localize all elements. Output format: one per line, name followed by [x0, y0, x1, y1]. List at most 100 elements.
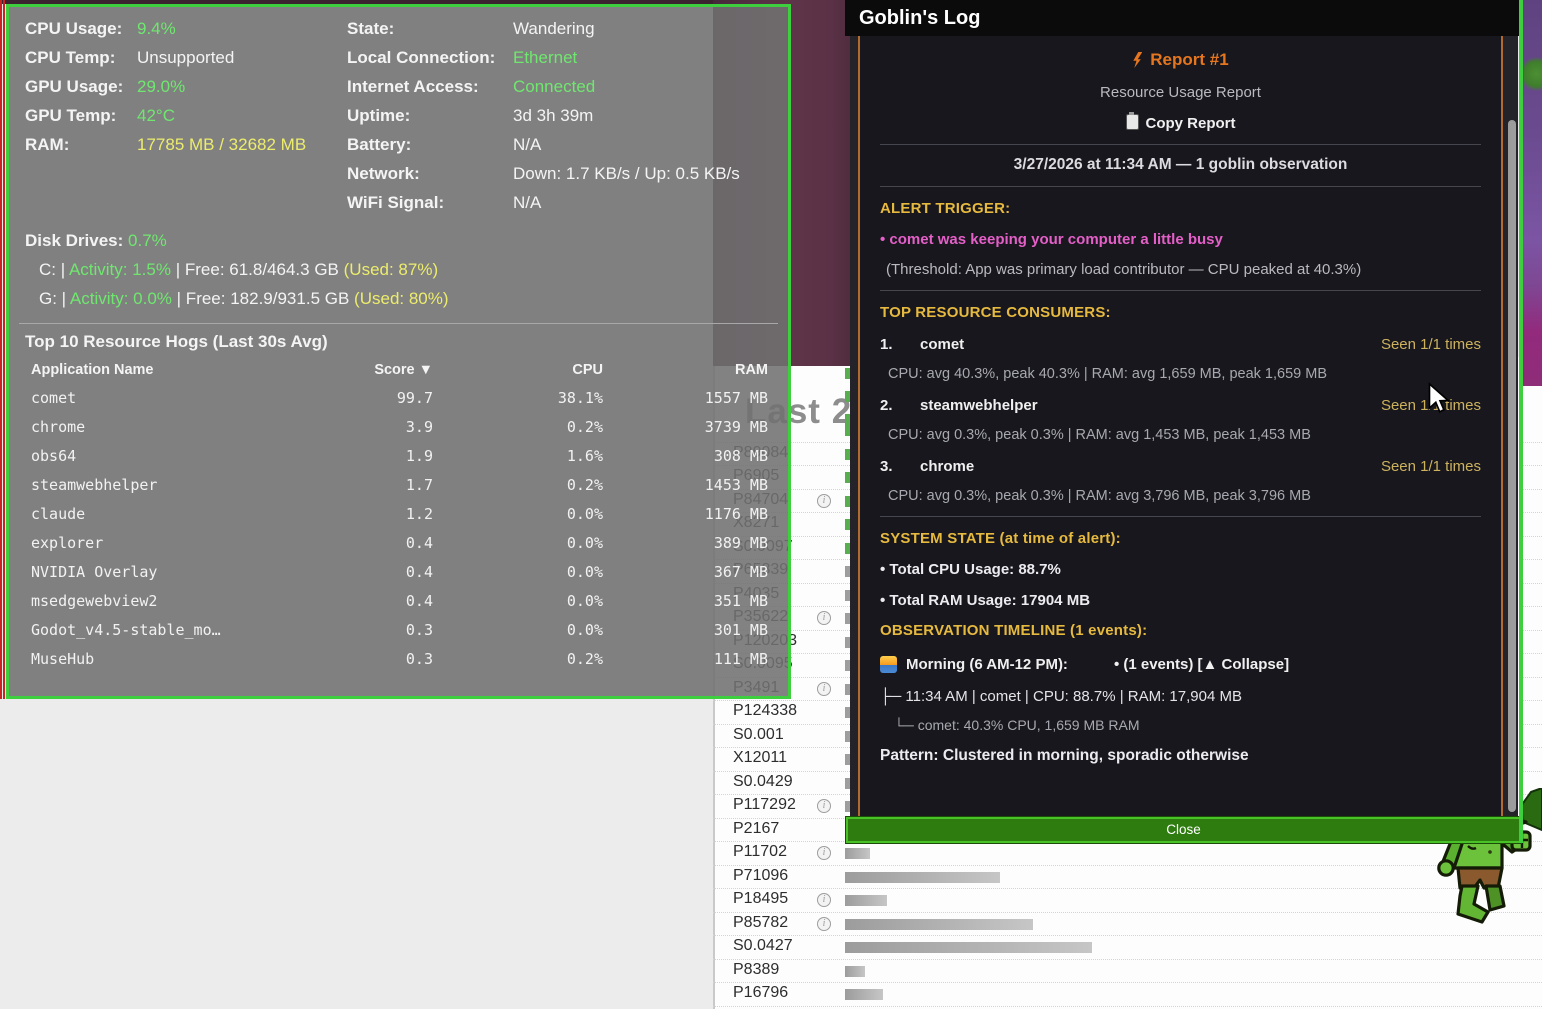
consumer-block: 3. chrome Seen 1/1 times CPU: avg 0.3%, p… — [880, 458, 1481, 504]
usage-bar — [845, 918, 1033, 930]
col-score-sort[interactable]: Score ▼ — [253, 362, 433, 378]
close-button[interactable]: Close — [846, 817, 1521, 843]
consumer-name: 1. comet — [880, 336, 965, 353]
stat-value: Connected — [513, 77, 596, 96]
hog-ram: 367 MB — [713, 563, 768, 581]
hog-ram: 1557 MB — [704, 389, 768, 407]
hog-name: MuseHub — [31, 650, 95, 668]
report-subtitle: Resource Usage Report — [1100, 84, 1261, 101]
pattern-line: Pattern: Clustered in morning, sporadic … — [880, 747, 1249, 764]
list-item[interactable]: P16796 i — [713, 983, 1542, 1007]
stat-value: Down: 1.7 KB/s / Up: 0.5 KB/s — [513, 164, 740, 183]
process-label: P117292 — [733, 796, 796, 813]
col-application-name[interactable]: Application Name — [31, 362, 253, 378]
hog-row[interactable]: Godot_v4.5-stable_mo… 0.3 0.0% 301 MB — [9, 616, 788, 645]
hog-row[interactable]: MuseHub 0.3 0.2% 111 MB — [9, 645, 788, 674]
hog-score: 0.3 — [405, 650, 433, 668]
timeline-period: Morning (6 AM-12 PM): — [906, 656, 1068, 673]
process-label: P16796 — [733, 984, 789, 1001]
col-ram[interactable]: RAM — [603, 362, 768, 378]
stat-label: Battery: — [347, 135, 412, 154]
info-icon[interactable]: i — [817, 846, 831, 860]
info-icon[interactable]: i — [817, 493, 831, 508]
hogs-table: comet 99.7 38.1% 1557 MB chrome 3.9 0.2%… — [9, 384, 788, 674]
hog-cpu: 0.0% — [566, 621, 603, 639]
background-foliage — [1524, 55, 1542, 93]
info-icon[interactable]: i — [817, 893, 831, 907]
consumer-seen-count: Seen 1/1 times — [1380, 458, 1481, 475]
consumer-detail: CPU: avg 0.3%, peak 0.3% | RAM: avg 3,79… — [888, 488, 1311, 504]
hog-cpu: 0.0% — [566, 563, 603, 581]
usage-bar — [845, 895, 887, 906]
hog-row[interactable]: steamwebhelper 1.7 0.2% 1453 MB — [9, 471, 788, 500]
hog-row[interactable]: comet 99.7 38.1% 1557 MB — [9, 384, 788, 413]
drive-activity: Activity: 0.0% — [69, 289, 172, 308]
window-title[interactable]: Goblin's Log — [845, 0, 1523, 36]
drive-letter: C: | — [39, 260, 66, 279]
info-icon[interactable]: i — [817, 611, 831, 625]
left-red-border-inner — [3, 0, 5, 699]
stat-label: Local Connection: — [347, 48, 496, 67]
list-item[interactable]: S0.0427 i — [713, 936, 1542, 960]
info-icon[interactable]: i — [817, 799, 831, 813]
copy-report-button[interactable]: Copy Report — [880, 112, 1481, 132]
list-item[interactable]: P11702 i — [713, 842, 1542, 866]
stat-value: 3d 3h 39m — [513, 106, 594, 125]
stat-value: 42°C — [137, 106, 175, 125]
card-divider — [880, 186, 1481, 187]
hog-row[interactable]: NVIDIA Overlay 0.4 0.0% 367 MB — [9, 558, 788, 587]
hog-ram: 308 MB — [713, 447, 768, 465]
col-cpu[interactable]: CPU — [433, 362, 603, 378]
report-card: Report #1 Resource Usage Report Copy Rep… — [858, 36, 1503, 817]
disk-drive-line: G: | Activity: 0.0% | Free: 182.9/931.5 … — [25, 289, 788, 309]
system-state-header: SYSTEM STATE (at time of alert): — [880, 530, 1121, 547]
hog-ram: 301 MB — [713, 621, 768, 639]
hog-row[interactable]: chrome 3.9 0.2% 3739 MB — [9, 413, 788, 442]
stat-label: GPU Temp: — [25, 106, 117, 125]
hog-score: 0.4 — [405, 592, 433, 610]
hog-name: NVIDIA Overlay — [31, 563, 158, 581]
list-item[interactable]: P71096 i — [713, 866, 1542, 889]
info-icon[interactable]: i — [817, 681, 831, 696]
consumer-block: 2.steamwebhelper Seen 1/1 times CPU: avg… — [880, 397, 1481, 443]
drive-used: (Used: 87%) — [343, 260, 439, 279]
card-divider — [880, 516, 1481, 517]
timeline-event: ├─ 11:34 AM | comet | CPU: 88.7% | RAM: … — [880, 688, 1242, 705]
hog-score: 1.9 — [405, 447, 433, 465]
list-item[interactable]: P85782 i — [713, 913, 1542, 936]
hog-name: Godot_v4.5-stable_mo… — [31, 621, 221, 639]
system-stats-overlay: CPU Usage: 9.4% State: Wandering CPU Tem… — [6, 4, 791, 699]
hog-row[interactable]: claude 1.2 0.0% 1176 MB — [9, 500, 788, 529]
hog-row[interactable]: msedgewebview2 0.4 0.0% 351 MB — [9, 587, 788, 616]
consumer-seen-count: Seen 1/1 times — [1380, 336, 1481, 353]
disk-total: 0.7% — [128, 231, 167, 250]
scrollbar-thumb[interactable] — [1508, 120, 1516, 812]
hog-cpu: 0.0% — [566, 592, 603, 610]
stat-value: 29.0% — [137, 77, 186, 96]
timeline-event-detail: └─ comet: 40.3% CPU, 1,659 MB RAM — [894, 717, 1140, 733]
stat-label: CPU Usage: — [25, 19, 123, 38]
stat-value — [137, 193, 347, 213]
info-icon[interactable]: i — [817, 916, 831, 931]
report-title: Report #1 — [880, 50, 1481, 70]
disk-drive-line: C: | Activity: 1.5% | Free: 61.8/464.3 G… — [25, 260, 788, 280]
hog-row[interactable]: obs64 1.9 1.6% 308 MB — [9, 442, 788, 471]
log-body: Report #1 Resource Usage Report Copy Rep… — [850, 36, 1518, 817]
stat-value — [137, 164, 347, 184]
list-item[interactable]: P18495 i — [713, 889, 1542, 913]
hog-name: chrome — [31, 418, 86, 436]
usage-bar — [845, 965, 865, 977]
threshold-line: (Threshold: App was primary load contrib… — [886, 261, 1362, 278]
clipboard-icon — [1125, 112, 1139, 130]
list-item[interactable]: P8389 i — [713, 960, 1542, 983]
hog-cpu: 0.2% — [566, 418, 603, 436]
consumer-detail: CPU: avg 0.3%, peak 0.3% | RAM: avg 1,45… — [888, 427, 1311, 443]
hogs-title: Top 10 Resource Hogs (Last 30s Avg) — [25, 332, 328, 351]
lightning-icon — [1133, 52, 1143, 68]
timeline-collapse[interactable]: • (1 events) [▲ Collapse] — [1114, 656, 1289, 673]
consumer-name: 2. steamwebhelper — [880, 397, 1038, 414]
process-label: P11702 — [733, 843, 787, 860]
process-label: P2167 — [733, 819, 780, 837]
hog-row[interactable]: explorer 0.4 0.0% 389 MB — [9, 529, 788, 558]
usage-bar — [845, 989, 883, 1000]
